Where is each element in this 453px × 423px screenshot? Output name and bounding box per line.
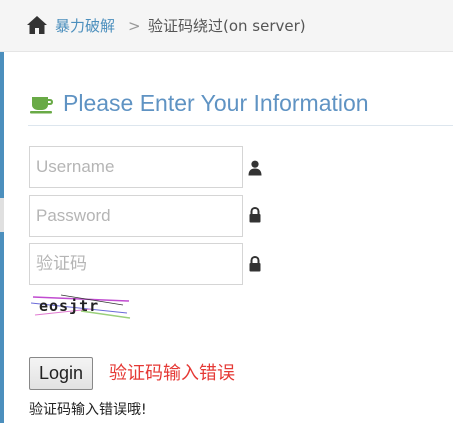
captcha-error-inline: 验证码输入错误 <box>109 363 235 384</box>
breadcrumb-current: 验证码绕过(on server) <box>148 17 306 35</box>
captcha-input[interactable] <box>29 243 243 285</box>
username-input[interactable] <box>29 146 243 188</box>
breadcrumb-link-brute-force[interactable]: 暴力破解 <box>55 16 115 36</box>
breadcrumb-separator: > <box>128 17 141 35</box>
svg-text:eosjtr: eosjtr <box>39 297 99 315</box>
lock-icon <box>249 207 261 223</box>
lock-icon <box>249 256 261 272</box>
section-header: Please Enter Your Information <box>28 86 453 126</box>
breadcrumb: 暴力破解 > 验证码绕过(on server) <box>0 0 453 52</box>
sidebar-toggle[interactable] <box>0 198 4 232</box>
user-icon <box>248 160 262 176</box>
password-input[interactable] <box>29 195 243 237</box>
left-accent-rail <box>0 52 4 423</box>
captcha-image[interactable]: eosjtr <box>31 293 131 321</box>
error-message: 验证码输入错误哦! <box>29 402 147 418</box>
coffee-icon <box>30 97 53 114</box>
page-title: Please Enter Your Information <box>63 90 369 116</box>
home-icon[interactable] <box>26 15 48 35</box>
login-button[interactable]: Login <box>29 357 93 390</box>
